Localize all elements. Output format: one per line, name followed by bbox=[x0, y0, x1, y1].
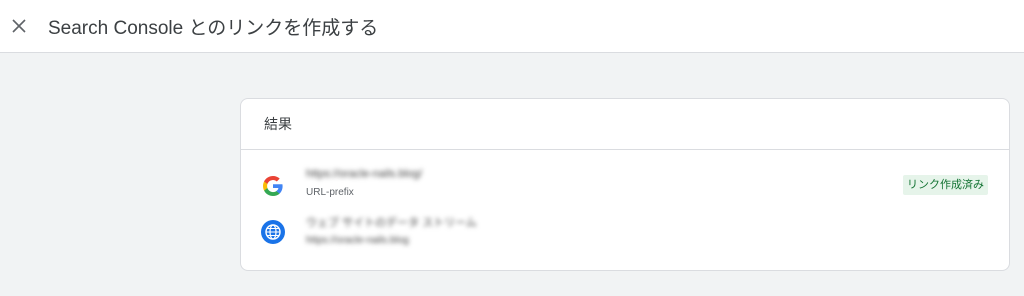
stream-url: https://oracle-nails.blog bbox=[306, 235, 409, 246]
top-app-bar: Search Console とのリンクを作成する bbox=[0, 0, 1024, 53]
web-stream-row: ウェブ サイトのデータ ストリーム https://oracle-nails.b… bbox=[241, 212, 1009, 252]
search-console-property-row: https://oracle-nails.blog/ URL-prefix リン… bbox=[241, 167, 1009, 203]
close-button[interactable] bbox=[7, 14, 31, 38]
google-g-icon bbox=[263, 176, 283, 196]
status-badge: リンク作成済み bbox=[903, 175, 988, 195]
stream-name: ウェブ サイトのデータ ストリーム bbox=[306, 217, 477, 229]
globe-icon bbox=[261, 220, 285, 244]
page-title: Search Console とのリンクを作成する bbox=[48, 17, 379, 39]
property-url: https://oracle-nails.blog/ bbox=[306, 168, 423, 180]
results-card: 結果 https://oracle-nails.blog/ URL-prefix… bbox=[240, 98, 1010, 271]
close-icon bbox=[12, 19, 26, 33]
results-heading: 結果 bbox=[241, 99, 1009, 150]
property-type: URL-prefix bbox=[306, 187, 354, 198]
